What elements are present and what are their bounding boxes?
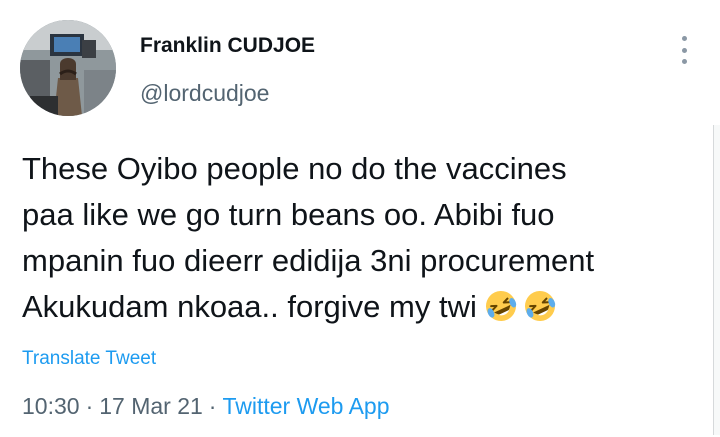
rolling-on-floor-laughing-icon — [524, 291, 556, 321]
tweet-source-link[interactable]: Twitter Web App — [222, 393, 389, 419]
more-dot — [681, 47, 687, 53]
author-handle[interactable]: @lordcudjoe — [140, 80, 269, 107]
avatar[interactable] — [20, 20, 116, 116]
more-dot — [681, 36, 687, 41]
meta-separator: · — [208, 393, 217, 419]
tweet-line-last: Akukudam nkoaa.. forgive my twi — [22, 284, 702, 330]
tweet-line: paa like we go turn beans oo. Abibi fuo — [22, 197, 555, 232]
more-dot — [681, 59, 687, 64]
author-display-name[interactable]: Franklin CUDJOE — [140, 34, 315, 58]
tweet-metadata: 10:30 · 17 Mar 21 · Twitter Web App — [22, 393, 390, 420]
emoji-group — [483, 288, 558, 324]
tweet-date[interactable]: 17 Mar 21 — [99, 393, 203, 419]
tweet-text: These Oyibo people no do the vaccines pa… — [22, 146, 702, 330]
meta-separator: · — [85, 393, 94, 419]
translate-tweet-link[interactable]: Translate Tweet — [22, 348, 156, 370]
tweet-line-text: Akukudam nkoaa.. forgive my twi — [22, 289, 477, 324]
tweet-line: mpanin fuo dieerr edidija 3ni procuremen… — [22, 243, 595, 278]
avatar-photo — [20, 20, 116, 116]
rolling-on-floor-laughing-icon — [485, 291, 517, 321]
tweet-time[interactable]: 10:30 — [22, 393, 80, 419]
more-options-icon[interactable] — [674, 34, 694, 66]
tweet-line: These Oyibo people no do the vaccines — [22, 151, 567, 186]
scrollbar[interactable] — [713, 125, 720, 435]
